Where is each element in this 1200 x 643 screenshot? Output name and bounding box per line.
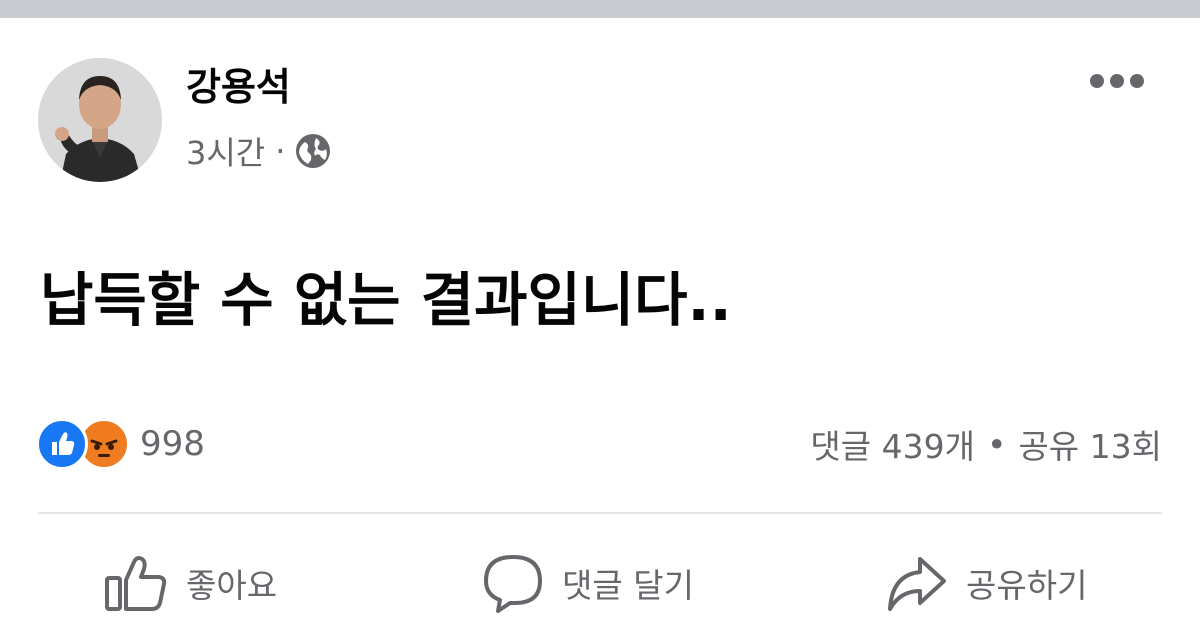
like-label: 좋아요 [186,566,278,605]
meta-separator: · [275,132,286,170]
post-time[interactable]: 3시간 [186,128,265,174]
reactions-summary[interactable]: 998 [36,418,205,470]
avatar-image [38,58,162,182]
stats-separator: • [986,424,1007,464]
comment-icon [484,555,542,613]
divider [38,512,1162,514]
post-stats: 댓글 439개 • 공유 13회 [810,420,1162,468]
comments-count[interactable]: 댓글 439개 [810,420,975,468]
share-button[interactable]: 공유하기 [886,548,1087,618]
comment-button[interactable]: 댓글 달기 [482,548,694,618]
top-strip [0,0,1200,18]
post-text: 납득할 수 없는 결과입니다.. [40,266,732,334]
like-button[interactable]: 좋아요 [104,548,277,618]
like-icon [36,418,88,470]
post-meta: 3시간 · [186,130,331,172]
globe-icon[interactable] [295,133,331,169]
author-name[interactable]: 강용석 [186,63,291,111]
thumbs-up-icon [105,556,167,611]
more-options-button[interactable] [1084,66,1150,96]
reaction-count: 998 [140,424,205,464]
share-arrow-icon [888,557,946,611]
shares-count[interactable]: 공유 13회 [1018,420,1162,468]
post-card: 강용석 3시간 · 납득할 수 없는 결과입니다.. 998 댓글 439개 •… [0,18,1200,643]
avatar[interactable] [38,58,162,182]
comment-label: 댓글 달기 [562,566,694,605]
more-dots-icon [1090,74,1144,88]
share-label: 공유하기 [966,566,1088,605]
